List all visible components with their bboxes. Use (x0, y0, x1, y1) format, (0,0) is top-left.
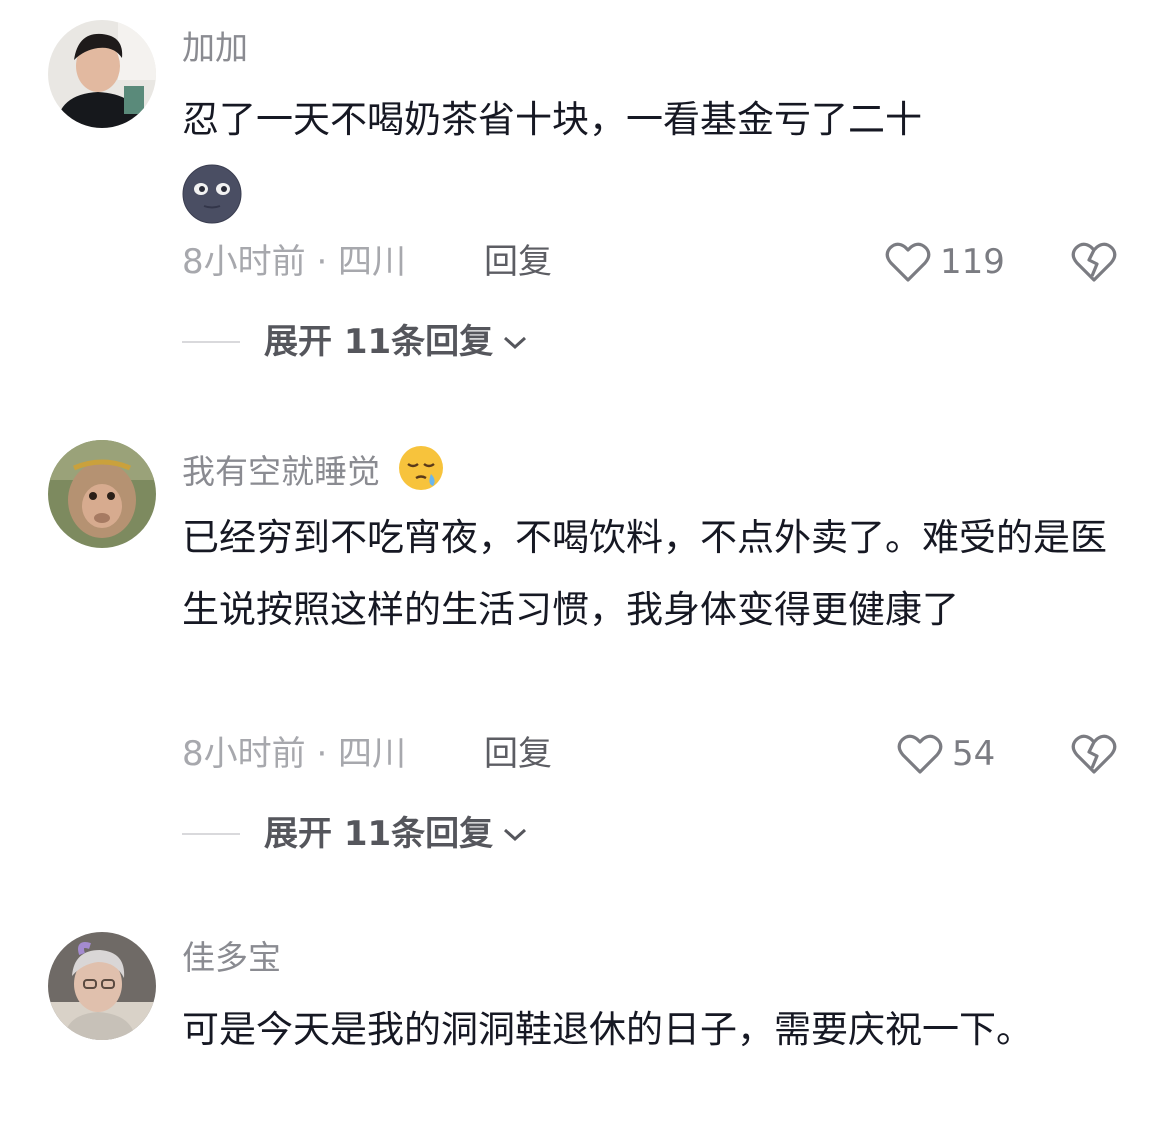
chevron-down-icon (504, 336, 527, 350)
comment-text-content: 忍了一天不喝奶茶省十块，一看基金亏了二十 (182, 98, 922, 141)
comment-text-content: 可是今天是我的洞洞鞋退休的日子，需要庆祝一下。 (182, 1008, 1033, 1051)
expand-replies-label: 展开 11条回复 (264, 322, 494, 362)
like-count: 54 (952, 734, 996, 774)
new-moon-face-emoji (182, 164, 242, 248)
broken-heart-icon[interactable] (1070, 732, 1118, 776)
heart-icon (897, 734, 943, 774)
divider-line (182, 833, 240, 835)
heart-icon (885, 242, 931, 282)
divider-line (182, 341, 240, 343)
like-button[interactable]: 119 (884, 240, 1005, 284)
comment-text: 忍了一天不喝奶茶省十块，一看基金亏了二十 (182, 84, 1122, 248)
comment-text: 可是今天是我的洞洞鞋退休的日子，需要庆祝一下。 (182, 994, 1122, 1066)
comment-text: 已经穷到不吃宵夜，不喝饮料，不点外卖了。难受的是医生说按照这样的生活习惯，我身体… (182, 502, 1122, 646)
username-text: 我有空就睡觉 (182, 452, 380, 491)
comment-text-content: 已经穷到不吃宵夜，不喝饮料，不点外卖了。难受的是医生说按照这样的生活习惯，我身体… (182, 516, 1107, 631)
avatar[interactable] (48, 20, 156, 128)
expand-replies-button[interactable]: 展开 11条回复 (182, 812, 529, 856)
avatar-image (48, 932, 156, 1040)
expand-replies-button[interactable]: 展开 11条回复 (182, 320, 529, 364)
avatar[interactable] (48, 440, 156, 548)
time-location: 8小时前 · 四川 (182, 242, 407, 282)
like-count: 119 (940, 242, 1005, 282)
username-text: 佳多宝 (182, 938, 281, 977)
reply-button[interactable]: 回复 (484, 732, 552, 776)
username-text: 加加 (182, 28, 248, 67)
reply-button[interactable]: 回复 (484, 240, 552, 284)
time-location: 8小时前 · 四川 (182, 734, 407, 774)
avatar-image (48, 440, 156, 548)
avatar-image (48, 20, 156, 128)
username[interactable]: 佳多宝 (182, 936, 281, 980)
sleepy-face-emoji (397, 444, 445, 503)
username[interactable]: 加加 (182, 26, 248, 70)
like-button[interactable]: 54 (896, 732, 995, 776)
expand-replies-label: 展开 11条回复 (264, 814, 494, 854)
broken-heart-icon[interactable] (1070, 240, 1118, 284)
username[interactable]: 我有空就睡觉 (182, 444, 445, 503)
avatar[interactable] (48, 932, 156, 1040)
chevron-down-icon (504, 828, 527, 842)
